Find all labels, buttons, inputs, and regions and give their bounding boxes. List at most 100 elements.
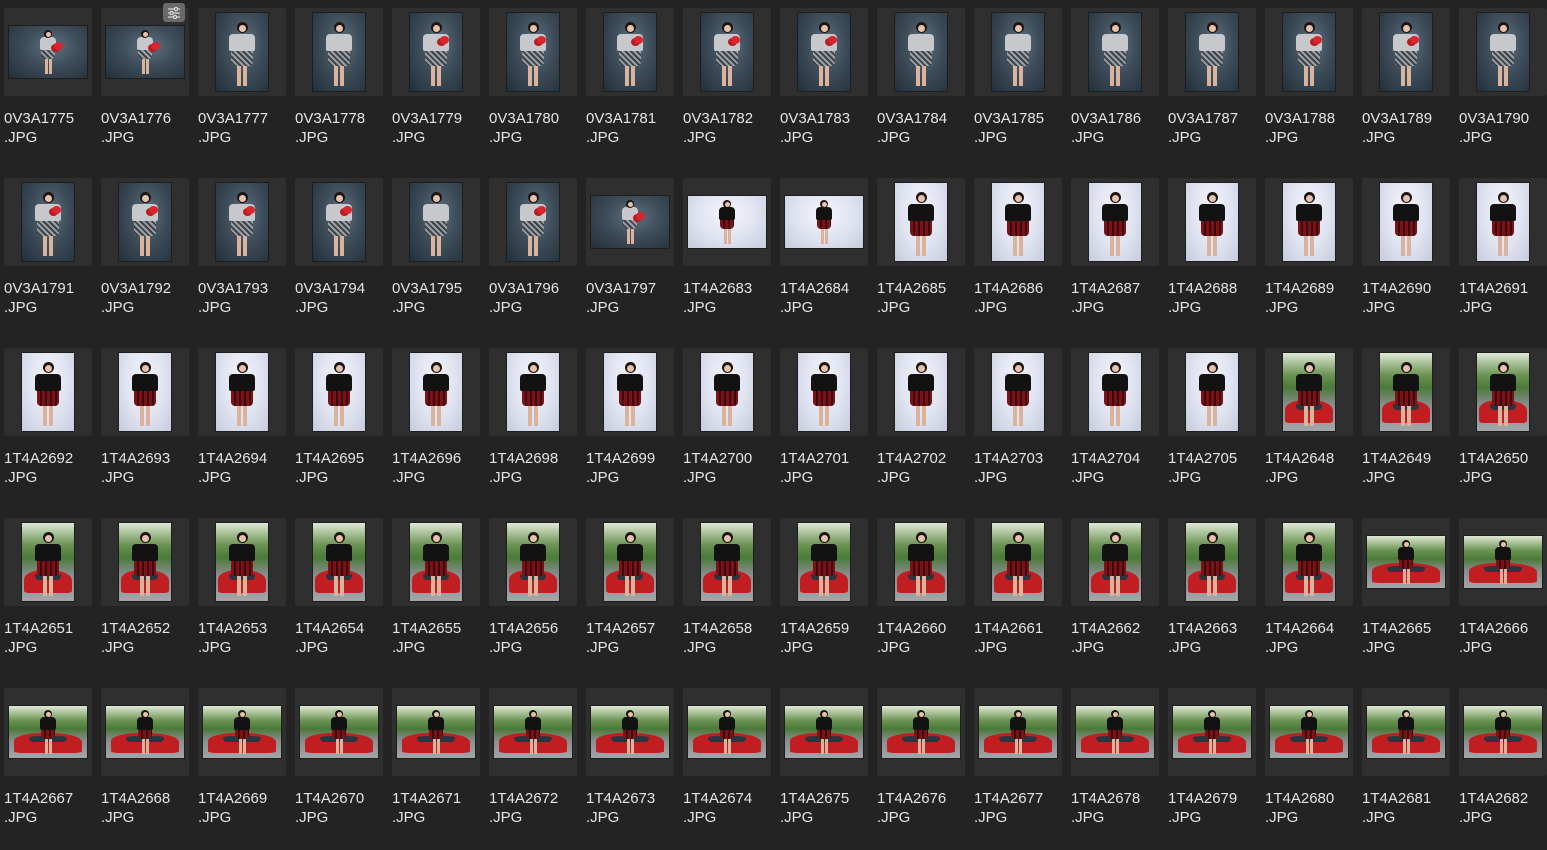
- thumbnail-frame[interactable]: [1168, 178, 1256, 266]
- thumbnail-frame[interactable]: [1362, 178, 1450, 266]
- thumbnail-item[interactable]: 0V3A1790 .JPG: [1455, 0, 1547, 170]
- thumbnail-item[interactable]: 1T4A2652 .JPG: [97, 510, 194, 680]
- photo-thumbnail[interactable]: [1283, 13, 1335, 91]
- thumbnail-frame[interactable]: [1265, 688, 1353, 776]
- photo-thumbnail[interactable]: [106, 706, 184, 758]
- thumbnail-frame[interactable]: [392, 8, 480, 96]
- thumbnail-item[interactable]: 0V3A1784 .JPG: [873, 0, 970, 170]
- photo-thumbnail[interactable]: [216, 183, 268, 261]
- photo-thumbnail[interactable]: [785, 706, 863, 758]
- thumbnail-item[interactable]: 0V3A1785 .JPG: [970, 0, 1067, 170]
- photo-thumbnail[interactable]: [119, 523, 171, 601]
- photo-thumbnail[interactable]: [410, 353, 462, 431]
- thumbnail-frame[interactable]: [4, 518, 92, 606]
- photo-thumbnail[interactable]: [1089, 183, 1141, 261]
- thumbnail-item[interactable]: 1T4A2674 .JPG: [679, 680, 776, 850]
- thumbnail-item[interactable]: 1T4A2684 .JPG: [776, 170, 873, 340]
- thumbnail-frame[interactable]: [101, 178, 189, 266]
- thumbnail-item[interactable]: 0V3A1779 .JPG: [388, 0, 485, 170]
- photo-thumbnail[interactable]: [1283, 523, 1335, 601]
- photo-thumbnail[interactable]: [1283, 353, 1335, 431]
- thumbnail-item[interactable]: 0V3A1781 .JPG: [582, 0, 679, 170]
- thumbnail-frame[interactable]: [1362, 348, 1450, 436]
- photo-thumbnail[interactable]: [1076, 706, 1154, 758]
- thumbnail-frame[interactable]: [1459, 348, 1547, 436]
- photo-thumbnail[interactable]: [688, 196, 766, 248]
- photo-thumbnail[interactable]: [604, 353, 656, 431]
- photo-thumbnail[interactable]: [494, 706, 572, 758]
- thumbnail-frame[interactable]: [489, 8, 577, 96]
- thumbnail-item[interactable]: 1T4A2672 .JPG: [485, 680, 582, 850]
- photo-thumbnail[interactable]: [507, 183, 559, 261]
- photo-thumbnail[interactable]: [1186, 523, 1238, 601]
- thumbnail-frame[interactable]: [683, 348, 771, 436]
- thumbnail-item[interactable]: 0V3A1792 .JPG: [97, 170, 194, 340]
- thumbnail-item[interactable]: 1T4A2693 .JPG: [97, 340, 194, 510]
- thumbnail-frame[interactable]: [392, 518, 480, 606]
- thumbnail-item[interactable]: 1T4A2653 .JPG: [194, 510, 291, 680]
- thumbnail-frame[interactable]: [1071, 688, 1159, 776]
- photo-thumbnail[interactable]: [313, 13, 365, 91]
- thumbnail-frame[interactable]: [780, 688, 868, 776]
- photo-thumbnail[interactable]: [22, 353, 74, 431]
- photo-thumbnail[interactable]: [895, 13, 947, 91]
- thumbnail-item[interactable]: 1T4A2682 .JPG: [1455, 680, 1547, 850]
- thumbnail-item[interactable]: 1T4A2691 .JPG: [1455, 170, 1547, 340]
- photo-thumbnail[interactable]: [992, 13, 1044, 91]
- photo-thumbnail[interactable]: [1380, 13, 1432, 91]
- thumbnail-item[interactable]: 1T4A2666 .JPG: [1455, 510, 1547, 680]
- photo-thumbnail[interactable]: [507, 13, 559, 91]
- thumbnail-frame[interactable]: [1459, 8, 1547, 96]
- thumbnail-frame[interactable]: [1265, 178, 1353, 266]
- thumbnail-item[interactable]: 1T4A2686 .JPG: [970, 170, 1067, 340]
- thumbnail-item[interactable]: 0V3A1791 .JPG: [0, 170, 97, 340]
- photo-thumbnail[interactable]: [313, 353, 365, 431]
- photo-thumbnail[interactable]: [895, 353, 947, 431]
- thumbnail-item[interactable]: 1T4A2705 .JPG: [1164, 340, 1261, 510]
- thumbnail-item[interactable]: 0V3A1795 .JPG: [388, 170, 485, 340]
- photo-thumbnail[interactable]: [313, 523, 365, 601]
- photo-thumbnail[interactable]: [1089, 353, 1141, 431]
- thumbnail-item[interactable]: 1T4A2657 .JPG: [582, 510, 679, 680]
- thumbnail-frame[interactable]: [586, 688, 674, 776]
- photo-thumbnail[interactable]: [895, 183, 947, 261]
- thumbnail-frame[interactable]: [877, 688, 965, 776]
- thumbnail-frame[interactable]: [877, 348, 965, 436]
- photo-thumbnail[interactable]: [1380, 353, 1432, 431]
- thumbnail-frame[interactable]: [1168, 518, 1256, 606]
- thumbnail-item[interactable]: 1T4A2696 .JPG: [388, 340, 485, 510]
- thumbnail-frame[interactable]: [1265, 8, 1353, 96]
- thumbnail-frame[interactable]: [683, 178, 771, 266]
- thumbnail-item[interactable]: 1T4A2695 .JPG: [291, 340, 388, 510]
- thumbnail-frame[interactable]: [392, 688, 480, 776]
- photo-thumbnail[interactable]: [1089, 523, 1141, 601]
- thumbnail-item[interactable]: 1T4A2656 .JPG: [485, 510, 582, 680]
- photo-thumbnail[interactable]: [1089, 13, 1141, 91]
- thumbnail-item[interactable]: 0V3A1788 .JPG: [1261, 0, 1358, 170]
- thumbnail-frame[interactable]: [683, 518, 771, 606]
- thumbnail-frame[interactable]: [683, 8, 771, 96]
- photo-thumbnail[interactable]: [1477, 13, 1529, 91]
- photo-thumbnail[interactable]: [1186, 13, 1238, 91]
- photo-thumbnail[interactable]: [1186, 353, 1238, 431]
- photo-thumbnail[interactable]: [992, 353, 1044, 431]
- photo-thumbnail[interactable]: [119, 183, 171, 261]
- thumbnail-item[interactable]: 1T4A2704 .JPG: [1067, 340, 1164, 510]
- thumbnail-frame[interactable]: [295, 518, 383, 606]
- thumbnail-item[interactable]: 1T4A2648 .JPG: [1261, 340, 1358, 510]
- thumbnail-item[interactable]: 1T4A2662 .JPG: [1067, 510, 1164, 680]
- photo-thumbnail[interactable]: [106, 26, 184, 78]
- photo-thumbnail[interactable]: [9, 26, 87, 78]
- thumbnail-frame[interactable]: [198, 178, 286, 266]
- photo-thumbnail[interactable]: [701, 523, 753, 601]
- thumbnail-frame[interactable]: [586, 348, 674, 436]
- thumbnail-item[interactable]: 1T4A2683 .JPG: [679, 170, 776, 340]
- thumbnail-frame[interactable]: [1459, 688, 1547, 776]
- thumbnail-item[interactable]: 1T4A2675 .JPG: [776, 680, 873, 850]
- thumbnail-frame[interactable]: [1362, 688, 1450, 776]
- thumbnail-frame[interactable]: [877, 8, 965, 96]
- thumbnail-item[interactable]: 1T4A2687 .JPG: [1067, 170, 1164, 340]
- thumbnail-frame[interactable]: [198, 348, 286, 436]
- thumbnail-frame[interactable]: [974, 8, 1062, 96]
- thumbnail-item[interactable]: 1T4A2690 .JPG: [1358, 170, 1455, 340]
